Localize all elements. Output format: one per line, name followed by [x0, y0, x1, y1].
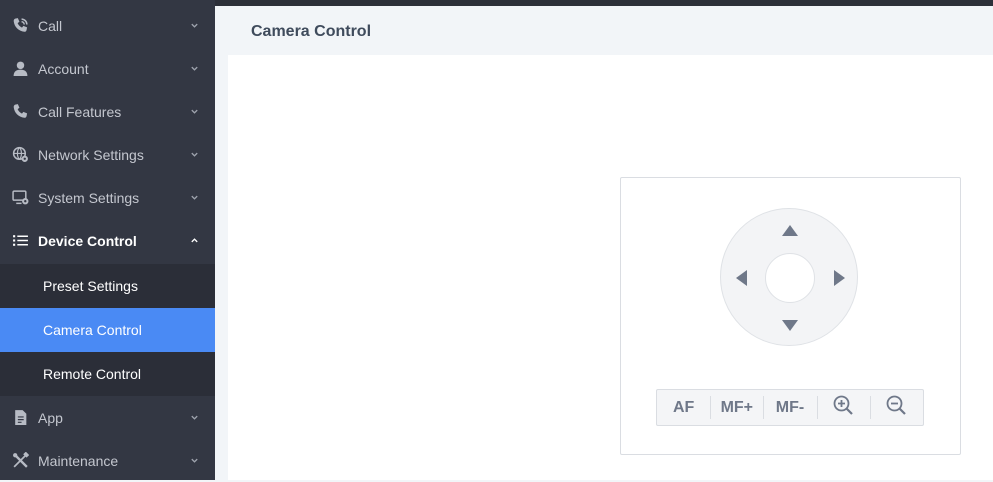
sidebar-item-network-settings[interactable]: Network Settings	[0, 133, 215, 176]
sidebar-item-label: Call Features	[38, 103, 122, 120]
sidebar-subitem-label: Preset Settings	[43, 278, 138, 294]
sidebar-item-label: Call	[38, 17, 63, 34]
tools-icon	[11, 452, 29, 470]
focus-zoom-toolbar: AF MF+ MF-	[656, 389, 924, 426]
sidebar-item-call[interactable]: Call	[0, 4, 215, 47]
manual-focus-minus-button[interactable]: MF-	[763, 390, 816, 425]
autofocus-button[interactable]: AF	[657, 390, 710, 425]
manual-focus-plus-button[interactable]: MF+	[710, 390, 763, 425]
sidebar: Call Account Call Features Network Setti…	[0, 0, 215, 480]
sidebar-item-call-features[interactable]: Call Features	[0, 90, 215, 133]
user-icon	[11, 60, 29, 78]
zoom-in-icon	[832, 394, 854, 421]
globe-gear-icon	[11, 146, 29, 164]
sidebar-subitem-preset-settings[interactable]: Preset Settings	[0, 264, 215, 308]
document-icon	[11, 409, 29, 427]
sidebar-subitem-label: Camera Control	[43, 322, 142, 338]
sidebar-item-system-settings[interactable]: System Settings	[0, 176, 215, 219]
chevron-down-icon	[189, 150, 199, 160]
chevron-up-icon	[189, 236, 199, 246]
sidebar-item-label: Account	[38, 60, 89, 77]
sidebar-item-device-control[interactable]: Device Control	[0, 219, 215, 262]
pan-left-icon[interactable]	[736, 270, 747, 286]
sidebar-item-label: Network Settings	[38, 146, 144, 163]
ptz-center-button[interactable]	[765, 253, 815, 303]
content-area: AF MF+ MF-	[228, 55, 993, 480]
sidebar-item-account[interactable]: Account	[0, 47, 215, 90]
page-header: Camera Control	[215, 6, 993, 55]
chevron-down-icon	[189, 456, 199, 466]
sidebar-item-label: System Settings	[38, 189, 140, 206]
chevron-down-icon	[189, 107, 199, 117]
monitor-gear-icon	[11, 189, 29, 207]
list-icon	[11, 232, 29, 250]
phone-icon	[11, 103, 29, 121]
chevron-down-icon	[189, 64, 199, 74]
zoom-out-icon	[885, 394, 907, 421]
sidebar-item-app[interactable]: App	[0, 396, 215, 439]
page-title: Camera Control	[251, 23, 372, 40]
sidebar-subitem-remote-control[interactable]: Remote Control	[0, 352, 215, 396]
chevron-down-icon	[189, 21, 199, 31]
chevron-down-icon	[189, 193, 199, 203]
ptz-direction-pad	[720, 208, 858, 346]
sidebar-item-label: Maintenance	[38, 452, 119, 469]
zoom-out-button[interactable]	[869, 390, 923, 425]
pan-up-icon[interactable]	[782, 225, 798, 236]
sidebar-subitem-camera-control[interactable]: Camera Control	[0, 308, 215, 352]
pan-down-icon[interactable]	[782, 320, 798, 331]
chevron-down-icon	[189, 413, 199, 423]
zoom-in-button[interactable]	[816, 390, 870, 425]
pan-right-icon[interactable]	[834, 270, 845, 286]
sidebar-item-label: App	[38, 409, 63, 426]
sidebar-subitem-label: Remote Control	[43, 366, 142, 382]
phone-volume-icon	[11, 17, 29, 35]
sidebar-item-maintenance[interactable]: Maintenance	[0, 439, 215, 482]
camera-control-panel: AF MF+ MF-	[620, 177, 961, 455]
sidebar-item-label: Device Control	[38, 232, 137, 249]
